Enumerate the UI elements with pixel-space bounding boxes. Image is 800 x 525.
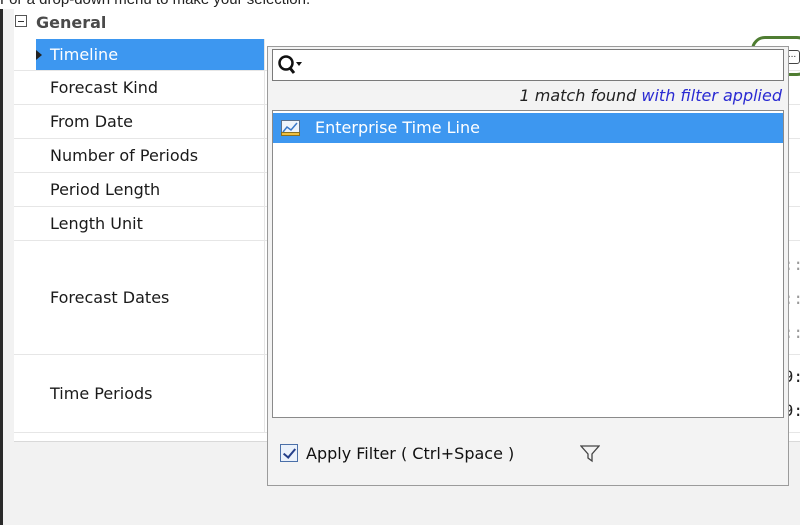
filter-applied-link[interactable]: with filter applied (641, 86, 782, 105)
list-item-label: Enterprise Time Line (315, 118, 480, 137)
funnel-icon[interactable] (580, 445, 600, 463)
properties-panel: General Timeline Enterprise Time Line ..… (0, 9, 800, 525)
search-field[interactable] (272, 49, 784, 81)
match-count: 1 match found (519, 86, 637, 105)
search-input[interactable] (309, 53, 773, 79)
property-name[interactable]: Time Periods (36, 355, 264, 432)
apply-filter-label[interactable]: Apply Filter ( Ctrl+Space ) (306, 439, 514, 469)
property-name[interactable]: Forecast Kind (36, 71, 264, 104)
property-name[interactable]: Period Length (36, 173, 264, 206)
group-general[interactable]: General (14, 9, 800, 39)
property-name[interactable]: Forecast Dates (36, 241, 264, 354)
collapse-icon[interactable] (15, 15, 27, 27)
list-item[interactable]: Enterprise Time Line (273, 113, 783, 143)
property-name[interactable]: Number of Periods (36, 139, 264, 172)
search-icon (278, 55, 302, 74)
page-caption: For a drop-down menu to make your select… (0, 0, 310, 9)
property-name-timeline[interactable]: Timeline (36, 39, 264, 70)
property-name[interactable]: From Date (36, 105, 264, 138)
match-status: 1 match found with filter applied (519, 83, 782, 109)
property-name[interactable]: Length Unit (36, 207, 264, 240)
group-title: General (36, 13, 107, 32)
row-pointer-icon (36, 49, 42, 60)
results-list[interactable]: Enterprise Time Line (272, 110, 784, 418)
timeline-icon (281, 120, 300, 136)
apply-filter-checkbox[interactable] (280, 444, 298, 462)
apply-filter-row: Apply Filter ( Ctrl+Space ) (280, 439, 680, 469)
timeline-dropdown-popup: 1 match found with filter applied Enterp… (267, 46, 789, 486)
